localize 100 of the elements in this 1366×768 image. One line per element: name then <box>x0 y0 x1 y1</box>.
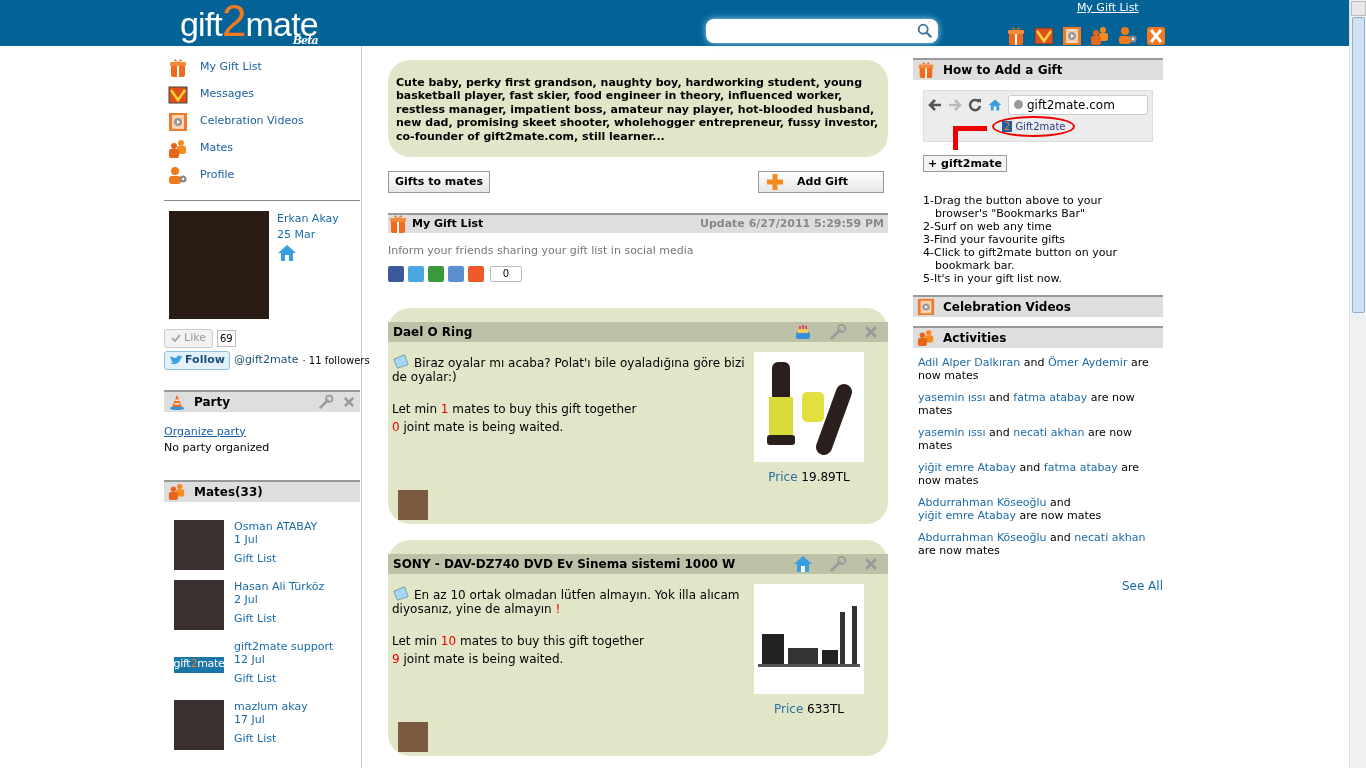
waiting-text: 9 joint mate is being waited. <box>392 651 565 666</box>
activity-text: yasemin ıssı and necati akhan are now mates <box>918 425 1133 452</box>
globe-icon <box>1013 99 1024 110</box>
url-field: gift2mate.com <box>1008 94 1148 115</box>
nav-link[interactable]: My Gift List <box>168 57 360 78</box>
price-text: Price 633TL <box>774 700 844 718</box>
gift-icon <box>388 214 408 234</box>
gifts-to-mates-button[interactable]: Gifts to mates <box>388 171 491 193</box>
user-link[interactable]: yiğit emre Atabay <box>918 460 1017 474</box>
video-icon[interactable] <box>1061 25 1082 46</box>
user-link[interactable]: Adil Alper Dalkıran <box>918 355 1021 369</box>
search-icon[interactable] <box>915 22 934 40</box>
min-mates-text: Let min 1 mates to buy this gift together <box>392 401 638 416</box>
update-time: Update 6/27/2011 5:29:59 PM <box>700 215 884 232</box>
gift-icon <box>168 57 188 78</box>
section-title: Activities <box>943 329 1008 347</box>
instruction-step: 5-It's in your gift list now. <box>923 271 1138 285</box>
user-link[interactable]: Ömer Aydemir <box>1047 355 1128 369</box>
user-link[interactable]: necati akhan <box>1074 530 1146 544</box>
mate-name[interactable]: Osman ATABAY <box>234 519 318 533</box>
activity-text: Abdurrahman Köseoğlu and yiğit emre Atabay are now mates <box>918 495 1103 522</box>
bookmarklet-button[interactable]: + gift2mate <box>923 154 1007 172</box>
gift-list-link[interactable]: Gift List <box>234 551 318 565</box>
message-icon[interactable] <box>1033 25 1054 46</box>
follow-button[interactable]: Follow <box>164 350 230 370</box>
mate-date: 17 Jul <box>234 712 266 726</box>
settings-icon[interactable] <box>318 393 334 410</box>
user-link[interactable]: yasemin ıssı <box>918 390 986 404</box>
user-link[interactable]: necati akhan <box>1013 425 1085 439</box>
price-text: Price 19.89TL <box>768 468 850 486</box>
mate-name[interactable]: gift2mate support <box>234 639 334 653</box>
note-icon <box>392 351 410 370</box>
back-arrow-icon <box>928 98 942 111</box>
user-link[interactable]: Abdurrahman Köseoğlu <box>918 495 1047 509</box>
twitter-handle[interactable]: @gift2mate <box>233 351 299 369</box>
avatar-photo[interactable] <box>398 721 428 752</box>
avatar-photo[interactable] <box>398 489 428 520</box>
video-icon <box>168 111 188 132</box>
nav-link[interactable]: Profile <box>168 165 360 186</box>
beta-label: Beta <box>292 35 318 47</box>
activity-text: Abdurrahman Köseoğlu and necati akhan are now mates <box>918 530 1147 557</box>
search-field[interactable] <box>705 19 938 43</box>
section-title: My Gift List <box>412 215 485 232</box>
connector-line <box>953 125 987 150</box>
reload-icon <box>968 97 982 112</box>
like-count: 69 <box>216 329 236 347</box>
gift-list-link[interactable]: Gift List <box>234 671 334 685</box>
followers-count: · 11 followers <box>302 353 370 368</box>
share-text: Inform your friends sharing your gift list in social media <box>388 243 695 259</box>
share-count: 0 <box>490 265 522 282</box>
organize-party-link[interactable]: Organize party <box>164 423 246 440</box>
gift-list-link[interactable]: Gift List <box>234 731 308 745</box>
gift-title[interactable]: SONY - DAV-DZ740 DVD Ev Sinema sistemi 1000 W <box>393 554 785 573</box>
nav-link[interactable]: Messages <box>168 84 360 105</box>
mate-name[interactable]: Hasan Ali Türköz <box>234 579 325 593</box>
profile-name[interactable]: Erkan Akay <box>277 210 339 227</box>
instruction-step: 3-Find your favourite gifts <box>923 232 1138 246</box>
instruction-step: 4-Click to gift2mate button on your bookmark bar. <box>923 245 1138 272</box>
top-link[interactable]: My Gift List <box>1076 0 1139 17</box>
gift-title[interactable]: Dael O Ring <box>393 322 785 341</box>
home-icon <box>988 97 1002 112</box>
gift-icon[interactable] <box>1005 25 1026 46</box>
bookmark-highlight: 2 Gift2mate <box>992 115 1076 137</box>
note-icon <box>392 583 410 602</box>
section-title: Mates(33) <box>194 483 264 501</box>
bio-text: Cute baby, perky first grandson, naughty boy, hardworking student, young basketball player, fast skier, food engineer in theory, influenced worker, restless manager, impatient boss, amateur nay player, hot-blooded husband, new dad, promising skeet shooter, wholehogger entrepreneur, fussy investor, co-founder of gift2mate.com, still learner... <box>388 59 888 157</box>
mate-name[interactable]: mazlum akay <box>234 699 308 713</box>
close-icon[interactable] <box>1145 25 1166 46</box>
logo-text: gift2mate <box>173 656 225 673</box>
section-title: Party <box>194 393 232 411</box>
user-link[interactable]: yiğit emre Atabay <box>918 508 1017 522</box>
party-status: No party organized <box>164 439 271 456</box>
scrollbar[interactable] <box>1349 0 1366 768</box>
settings-icon[interactable] <box>829 554 847 573</box>
instruction-step: 2-Surf on web any time <box>923 219 1138 233</box>
section-title: How to Add a Gift <box>943 61 1064 79</box>
instruction-step: 1-Drag the button above to your browser's "Bookmarks Bar" <box>923 193 1138 220</box>
gift-list-link[interactable]: Gift List <box>234 611 325 625</box>
user-link[interactable]: yasemin ıssı <box>918 425 986 439</box>
profile-icon[interactable] <box>1117 25 1138 46</box>
activity-text: Adil Alper Dalkıran and Ömer Aydemir are now mates <box>918 355 1150 382</box>
mate-date: 1 Jul <box>234 532 259 546</box>
settings-icon[interactable] <box>829 322 847 341</box>
section-title: Celebration Videos <box>943 298 1072 316</box>
gift-icon <box>917 60 935 79</box>
gift-note: Biraz oyalar mı acaba? Polat'ı bile oyaladığına göre bizi de oyalar:) <box>392 351 754 384</box>
see-all-link[interactable]: See All <box>1121 576 1163 595</box>
user-link[interactable]: Abdurrahman Köseoğlu <box>918 530 1047 544</box>
product-photo[interactable] <box>754 583 864 694</box>
add-gift-button[interactable]: Add Gift <box>758 171 884 193</box>
profile-date: 25 Mar <box>277 226 317 243</box>
nav-link[interactable]: Mates <box>168 138 360 159</box>
home-icon[interactable] <box>793 553 813 574</box>
product-photo[interactable] <box>754 351 864 462</box>
user-link[interactable]: fatma atabay <box>1013 390 1088 404</box>
user-link[interactable]: fatma atabay <box>1043 460 1118 474</box>
check-icon <box>171 334 181 342</box>
activity-text: yasemin ıssı and fatma atabay are now mates <box>918 390 1136 417</box>
min-mates-text: Let min 10 mates to buy this gift together <box>392 633 646 648</box>
nav-link[interactable]: Celebration Videos <box>168 111 360 132</box>
